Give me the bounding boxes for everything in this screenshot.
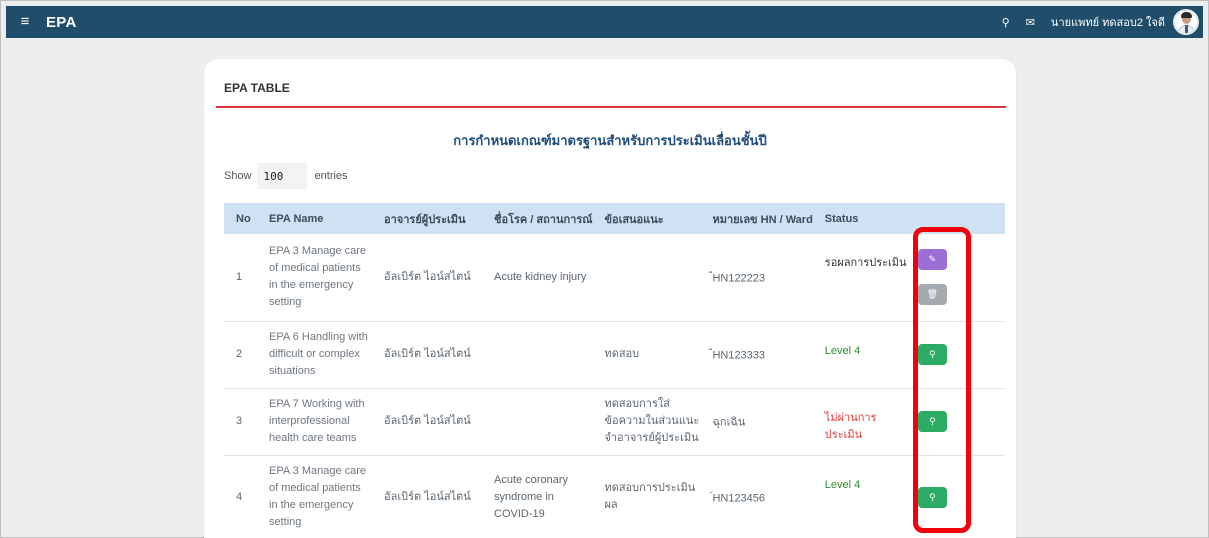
magnifier-icon: ⚲: [929, 349, 936, 359]
row-hn: ัHN123456: [700, 455, 813, 538]
entries-label: entries: [314, 170, 348, 182]
user-avatar[interactable]: [1173, 9, 1199, 35]
hn-value: ฉุกเฉิน: [712, 416, 746, 429]
epa-table-card: EPA TABLE การกำหนดเกณฑ์มาตรฐานสำหรับการป…: [204, 59, 1016, 538]
view-button[interactable]: ⚲: [917, 411, 947, 432]
edit-button[interactable]: ✎: [917, 249, 947, 271]
row-actions: ⚲: [909, 388, 1005, 456]
row-status: Level 4: [812, 321, 910, 389]
row-no: 3: [224, 388, 257, 456]
hn-value: HN123456: [712, 492, 766, 505]
header-teacher[interactable]: อาจารย์ผู้ประเมิน: [372, 203, 482, 234]
avatar-tie-shape: [1185, 25, 1188, 33]
menu-icon[interactable]: ≡: [14, 6, 36, 38]
row-diagnosis: Acute coronary syndrome in COVID-19: [482, 455, 593, 538]
row-teacher: อัลเบิร์ต ไอน์สไตน์: [372, 234, 482, 322]
row-teacher: อัลเบิร์ต ไอน์สไตน์: [372, 321, 482, 389]
card-title: EPA TABLE: [224, 81, 290, 95]
row-no: 4: [224, 455, 257, 538]
app-title[interactable]: EPA: [46, 14, 77, 31]
row-teacher: อัลเบิร์ต ไอน์สไตน์: [372, 455, 482, 538]
row-hn: ีHN123333: [700, 321, 813, 389]
table-row: 1 EPA 3 Manage care of medical patients …: [224, 234, 1005, 322]
top-right-group: ⚲ ✉ นายแพทย์ ทดสอบ2 ใจดี: [1002, 6, 1203, 38]
table-title: การกำหนดเกณฑ์มาตรฐานสำหรับการประเมินเลื่…: [453, 133, 767, 148]
row-diagnosis: Acute kidney injury: [482, 234, 593, 322]
row-epa-name: EPA 7 Working with interprofessional hea…: [257, 388, 372, 456]
header-status[interactable]: Status: [813, 203, 910, 234]
table-row: 4 EPA 3 Manage care of medical patients …: [224, 455, 1005, 538]
header-diagnosis[interactable]: ชื่อโรค / สถานการณ์: [482, 203, 592, 234]
hn-value: HN122223: [712, 272, 766, 285]
row-actions: ✎ 🗑: [909, 234, 1005, 322]
row-status: ไม่ผ่านการประเมิน: [812, 388, 910, 456]
row-status: รอผลการประเมิน: [812, 234, 910, 322]
table-row: 3 EPA 7 Working with interprofessional h…: [224, 388, 1005, 456]
magnifier-icon: ⚲: [929, 416, 936, 426]
row-suggestion: ทดสอบการประเมินผล: [592, 455, 701, 538]
hn-value: HN123333: [712, 349, 766, 362]
row-epa-name: EPA 6 Handling with difficult or complex…: [257, 321, 372, 389]
row-diagnosis: [482, 388, 593, 456]
header-suggestion[interactable]: ข้อเสนอแนะ: [592, 203, 700, 234]
location-icon[interactable]: ⚲: [1002, 16, 1010, 29]
header-no[interactable]: No: [224, 203, 257, 234]
row-suggestion: [592, 234, 701, 322]
header-epa-name[interactable]: EPA Name: [257, 203, 372, 234]
edit-icon: ✎: [928, 254, 937, 265]
card-divider: [216, 106, 1006, 108]
view-button[interactable]: ⚲: [917, 486, 947, 508]
row-suggestion: ทดสอบการใส่ข้อความในส่วนแนะจำอาจารย์ผู้ป…: [592, 388, 701, 456]
entries-input[interactable]: [256, 163, 307, 189]
table-header-row: No EPA Name อาจารย์ผู้ประเมิน ชื่อโรค / …: [224, 203, 1005, 234]
table-row: 2 EPA 6 Handling with difficult or compl…: [224, 321, 1005, 389]
row-actions: ⚲: [909, 455, 1005, 538]
magnifier-icon: ⚲: [929, 491, 936, 502]
row-suggestion: ทดสอบ: [592, 321, 701, 389]
delete-button[interactable]: 🗑: [917, 284, 947, 306]
row-no: 2: [224, 321, 257, 389]
row-hn: ีHN122223: [700, 234, 813, 322]
avatar-hair-shape: [1181, 12, 1192, 18]
user-name[interactable]: นายแพทย์ ทดสอบ2 ใจดี: [1051, 13, 1165, 31]
mail-icon[interactable]: ✉: [1026, 16, 1035, 29]
header-hn-ward[interactable]: หมายเลข HN / Ward: [700, 203, 812, 234]
view-button[interactable]: ⚲: [917, 344, 947, 365]
row-epa-name: EPA 3 Manage care of medical patients in…: [257, 234, 372, 322]
epa-table: No EPA Name อาจารย์ผู้ประเมิน ชื่อโรค / …: [224, 203, 1005, 538]
row-no: 1: [224, 234, 257, 322]
row-teacher: อัลเบิร์ต ไอน์สไตน์: [372, 388, 482, 456]
row-diagnosis: [482, 321, 593, 389]
show-label: Show: [224, 170, 252, 182]
entries-control: Show entries: [224, 163, 348, 189]
row-epa-name: EPA 3 Manage care of medical patients in…: [257, 455, 372, 538]
trash-icon: 🗑: [926, 289, 939, 300]
row-hn: ฉุกเฉิน: [700, 388, 813, 456]
row-actions: ⚲: [909, 321, 1005, 389]
header-actions: [910, 203, 1005, 234]
row-status: Level 4: [812, 455, 910, 538]
top-navbar: ≡ EPA ⚲ ✉ นายแพทย์ ทดสอบ2 ใจดี: [6, 6, 1203, 38]
